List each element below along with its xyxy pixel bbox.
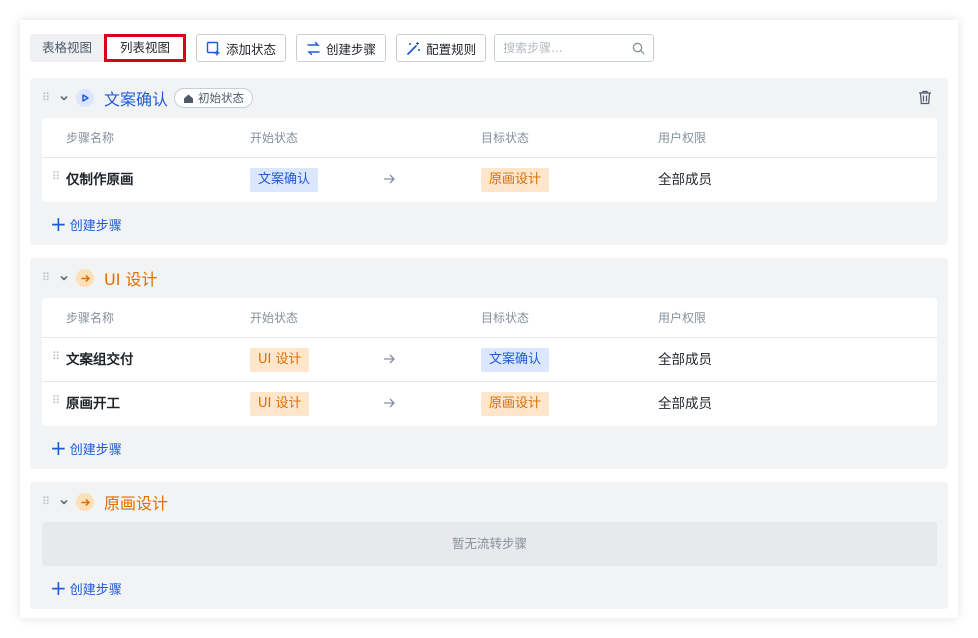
step-name: 仅制作原画: [66, 172, 134, 188]
add-status-icon: [206, 41, 220, 55]
status-group-ui-design: ⠿ UI 设计 步骤名称 开始状态 目标状态 用户权限 ⠿ 文案组交付 UI 设…: [30, 258, 948, 469]
list-view-button[interactable]: 列表视图: [104, 34, 187, 62]
config-rules-label: 配置规则: [426, 41, 477, 57]
steps-table: 步骤名称 开始状态 目标状态 用户权限 ⠿ 文案组交付 UI 设计 文案确认 全…: [42, 298, 937, 426]
group-header: ⠿ UI 设计: [30, 258, 948, 298]
add-status-label: 添加状态: [226, 41, 277, 57]
column-start-status: 开始状态: [250, 131, 299, 145]
step-name: 文案组交付: [66, 352, 134, 368]
search-icon[interactable]: [632, 42, 645, 55]
status-group-art-design: ⠿ 原画设计 暂无流转步骤 + 创建步骤: [30, 482, 948, 609]
target-status-tag: 原画设计: [481, 392, 550, 416]
workflow-panel: 表格视图 列表视图 添加状态 创建步骤 配置规则 ⠿ 文案确认: [20, 20, 958, 618]
plus-icon: +: [50, 576, 67, 600]
arrow-right-icon: [384, 398, 395, 408]
column-step-name: 步骤名称: [66, 131, 115, 145]
user-permission[interactable]: 全部成员: [658, 382, 712, 426]
view-switcher: 表格视图 列表视图: [30, 34, 187, 62]
table-header: 步骤名称 开始状态 目标状态 用户权限: [42, 298, 937, 338]
column-target-status: 目标状态: [481, 131, 530, 145]
group-header: ⠿ 文案确认 初始状态: [30, 78, 948, 118]
arrow-right-icon: [384, 354, 395, 364]
arrow-right-icon: [384, 174, 395, 184]
add-status-button[interactable]: 添加状态: [196, 34, 287, 62]
row-drag-handle-icon[interactable]: ⠿: [52, 351, 60, 362]
play-icon: [76, 89, 94, 107]
table-row[interactable]: ⠿ 文案组交付 UI 设计 文案确认 全部成员: [42, 338, 937, 382]
plus-icon: +: [50, 212, 67, 236]
create-step-label: 创建步骤: [326, 41, 377, 57]
group-title[interactable]: 原画设计: [104, 490, 168, 514]
table-view-button[interactable]: 表格视图: [30, 34, 104, 62]
create-step-link[interactable]: + 创建步骤: [50, 438, 122, 458]
initial-status-label: 初始状态: [198, 91, 245, 105]
home-icon: [184, 94, 194, 103]
search-input[interactable]: [503, 41, 624, 55]
plus-icon: +: [50, 436, 67, 460]
start-status-tag: 文案确认: [250, 168, 319, 192]
drag-handle-icon[interactable]: ⠿: [42, 272, 52, 283]
row-drag-handle-icon[interactable]: ⠿: [52, 395, 60, 406]
target-status-tag: 文案确认: [481, 348, 550, 372]
empty-steps-placeholder: 暂无流转步骤: [42, 522, 937, 566]
column-user-permission: 用户权限: [658, 131, 707, 145]
create-step-button[interactable]: 创建步骤: [296, 34, 387, 62]
row-drag-handle-icon[interactable]: ⠿: [52, 171, 60, 182]
group-title[interactable]: 文案确认: [104, 86, 168, 110]
magic-wand-icon: [407, 41, 421, 55]
user-permission[interactable]: 全部成员: [658, 158, 712, 202]
create-step-link[interactable]: + 创建步骤: [50, 214, 122, 234]
initial-status-tag: 初始状态: [174, 88, 254, 108]
create-step-link-label: 创建步骤: [69, 218, 122, 234]
create-step-link-label: 创建步骤: [69, 442, 122, 458]
chevron-down-icon[interactable]: [58, 496, 70, 508]
start-status-tag: UI 设计: [250, 392, 310, 416]
swap-icon: [307, 41, 320, 55]
target-status-tag: 原画设计: [481, 168, 550, 192]
trash-icon[interactable]: [918, 90, 932, 109]
status-group-copy-confirm: ⠿ 文案确认 初始状态 步骤名称 开始状态 目标状态 用户权限 ⠿ 仅制作原画: [30, 78, 948, 245]
column-user-permission: 用户权限: [658, 311, 707, 325]
chevron-down-icon[interactable]: [58, 92, 70, 104]
user-permission[interactable]: 全部成员: [658, 338, 712, 382]
toolbar: 表格视图 列表视图 添加状态 创建步骤 配置规则: [30, 34, 655, 62]
column-step-name: 步骤名称: [66, 311, 115, 325]
group-header: ⠿ 原画设计: [30, 482, 948, 522]
start-status-tag: UI 设计: [250, 348, 310, 372]
search-box: [494, 34, 655, 62]
create-step-link[interactable]: + 创建步骤: [50, 578, 122, 598]
column-target-status: 目标状态: [481, 311, 530, 325]
chevron-down-icon[interactable]: [58, 272, 70, 284]
drag-handle-icon[interactable]: ⠿: [42, 92, 52, 103]
create-step-link-label: 创建步骤: [69, 582, 122, 598]
column-start-status: 开始状态: [250, 311, 299, 325]
steps-table: 步骤名称 开始状态 目标状态 用户权限 ⠿ 仅制作原画 文案确认 原画设计 全部…: [42, 118, 937, 202]
config-rules-button[interactable]: 配置规则: [396, 34, 487, 62]
table-row[interactable]: ⠿ 原画开工 UI 设计 原画设计 全部成员: [42, 382, 937, 426]
group-title[interactable]: UI 设计: [104, 266, 158, 290]
table-header: 步骤名称 开始状态 目标状态 用户权限: [42, 118, 937, 158]
table-row[interactable]: ⠿ 仅制作原画 文案确认 原画设计 全部成员: [42, 158, 937, 202]
drag-handle-icon[interactable]: ⠿: [42, 496, 52, 507]
arrow-right-icon: [76, 493, 94, 511]
arrow-right-icon: [76, 269, 94, 287]
step-name: 原画开工: [66, 396, 120, 412]
